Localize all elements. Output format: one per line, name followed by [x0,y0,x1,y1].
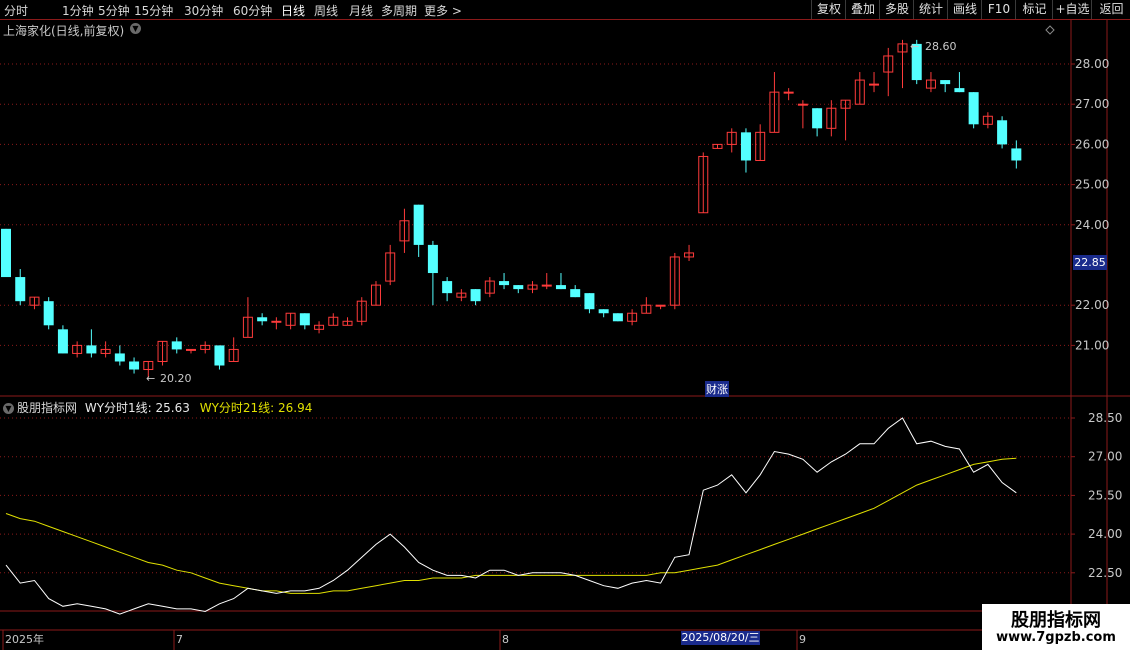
candle-body-down [442,281,453,294]
candle-body-down [114,353,125,362]
candle-body-down [214,345,225,366]
period-tab-6[interactable]: 日线 [281,2,305,19]
indicator-tick-label: 25.50 [1088,488,1122,502]
high-price-label: ← [910,40,919,53]
period-tab-2[interactable]: 5分钟 [98,2,130,19]
low-price-value: 20.20 [160,372,192,385]
price-tick-label: 27.00 [1075,97,1109,111]
indicator-line-1 [5,417,1017,615]
watermark-url: www.7gpzb.com [996,630,1116,645]
candle-body-up [541,284,552,287]
watermark-logo: 股朋指标网 www.7gpzb.com [982,604,1130,650]
toolbar-button-5[interactable]: F10 [981,0,1016,19]
candle-body-down [968,92,979,125]
price-tick-label: 28.00 [1075,57,1109,71]
candle-body-down [598,309,609,314]
indicator-tick-label: 28.50 [1088,411,1122,425]
toolbar-button-2[interactable]: 多股 [879,0,914,19]
time-label: 8 [502,633,509,646]
candle-body-down [570,289,581,298]
toolbar-button-7[interactable]: +自选 [1052,0,1092,19]
candle-body-down [954,88,965,93]
toolbar-button-6[interactable]: 标记 [1015,0,1053,19]
diamond-icon [1045,25,1055,35]
time-label: 2025年 [5,632,44,646]
toolbar-button-8[interactable]: 返回 [1091,0,1130,19]
candle-body-down [57,329,68,354]
indicator-dropdown-icon[interactable]: ▼ [3,403,14,414]
candle-body-down [584,293,595,310]
candle-body-down [15,277,26,302]
period-tab-5[interactable]: 60分钟 [233,2,272,19]
watermark-title: 股朋指标网 [1011,610,1101,631]
candle-body-down [1,228,11,278]
current-price-tag: 22.85 [1073,255,1107,270]
candle-body-down [43,301,54,326]
high-price-value: 28.60 [925,40,957,53]
candle-body-down [612,313,623,322]
indicator-tick-label: 22.50 [1088,566,1122,580]
candle-body-down [940,80,951,85]
period-tab-7[interactable]: 周线 [314,2,338,19]
time-label: 9 [799,633,806,646]
indicator-line2-label: WY分时21线: 26.94 [199,401,313,415]
candle-body-down [299,313,310,326]
candle-body-down [129,361,140,370]
candle-body-down [427,244,438,274]
toolbar-button-0[interactable]: 复权 [811,0,846,19]
candle-body-down [171,341,182,350]
toolbar-button-3[interactable]: 统计 [913,0,948,19]
candle-body-down [257,317,268,322]
event-marker[interactable]: 财涨 [705,381,729,397]
indicator-line1-label: WY分时1线: 25.63 [84,401,190,415]
indicator-legend: ▼ 股朋指标网 WY分时1线: 25.63 WY分时21线: 26.94 [3,399,312,416]
price-tick-label: 26.00 [1075,137,1109,151]
candle-body-up [185,348,196,351]
candle-body-up [869,83,880,86]
candle-body-down [740,132,751,161]
chart-area[interactable]: 28.00 27.00 26.00 25.00 24.00 22.00 21.00 28.50… [0,19,1130,650]
candle-body-down [513,285,524,290]
period-tab-8[interactable]: 月线 [349,2,373,19]
indicator-tick-label: 27.00 [1088,450,1122,464]
toolbar-button-4[interactable]: 画线 [947,0,982,19]
period-toolbar: 分时 1分钟 5分钟 15分钟 30分钟 60分钟 日线 周线 月线 多周期 更多 > 复权 叠加 多股统… [0,0,1130,20]
price-tick-label: 25.00 [1075,178,1109,192]
candle-body-up [271,320,282,323]
period-tab-10[interactable]: 更多 > [424,2,462,19]
price-tick-label: 24.00 [1075,218,1109,232]
candle-body-up [655,304,666,307]
candle-body-down [812,108,823,129]
candle-body-down [1011,148,1022,161]
indicator-name[interactable]: 股朋指标网 [17,401,77,415]
candle-body-down [86,345,97,354]
period-tab-9[interactable]: 多周期 [381,2,417,19]
time-label: 7 [176,633,183,646]
candle-body-down [413,204,424,245]
candle-body-down [555,285,566,290]
toolbar-button-1[interactable]: 叠加 [845,0,880,19]
candle-body-up [783,91,794,94]
period-tab-0[interactable]: 分时 [4,2,28,19]
candle-body-down [499,281,510,286]
indicator-tick-label: 24.00 [1088,527,1122,541]
period-tab-3[interactable]: 15分钟 [134,2,173,19]
price-tick-label: 22.00 [1075,298,1109,312]
candle-body-down [997,120,1008,145]
cursor-date-tag: 2025/08/20/三 [681,631,760,645]
price-tick-label: 21.00 [1075,338,1109,352]
candle-body-down [470,289,481,302]
period-tab-4[interactable]: 30分钟 [184,2,223,19]
low-price-label: ← [146,372,155,385]
candle-body-up [797,103,808,106]
period-tab-1[interactable]: 1分钟 [62,2,94,19]
